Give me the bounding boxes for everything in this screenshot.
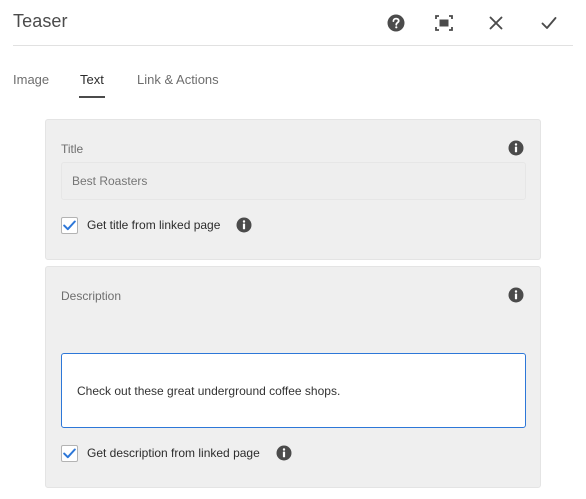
info-icon[interactable] <box>508 287 524 303</box>
close-button[interactable] <box>484 11 508 35</box>
description-from-page-row: Get description from linked page <box>61 444 292 462</box>
checkmark-icon <box>63 220 76 230</box>
title-from-page-row: Get title from linked page <box>61 216 252 234</box>
description-textarea[interactable]: Check out these great underground coffee… <box>61 353 526 428</box>
description-from-page-checkbox[interactable] <box>61 444 78 462</box>
info-icon[interactable] <box>276 445 292 461</box>
description-from-page-label: Get description from linked page <box>87 446 260 460</box>
dialog-header: Teaser <box>0 0 586 46</box>
help-button[interactable] <box>384 11 408 35</box>
info-icon[interactable] <box>508 140 524 156</box>
help-icon <box>387 14 405 32</box>
close-icon <box>489 16 503 30</box>
description-panel: Description Check out these great underg… <box>45 266 541 488</box>
description-label: Description <box>61 289 122 303</box>
fullscreen-button[interactable] <box>432 11 456 35</box>
title-panel: Title Get title from linked page <box>45 119 541 260</box>
tab-link-actions[interactable]: Link & Actions <box>137 72 219 87</box>
title-from-page-checkbox[interactable] <box>61 216 78 234</box>
done-button[interactable] <box>537 11 561 35</box>
fullscreen-icon <box>435 15 453 31</box>
info-icon[interactable] <box>236 217 252 233</box>
title-from-page-label: Get title from linked page <box>87 218 221 232</box>
tab-text[interactable]: Text <box>80 72 104 87</box>
checkmark-icon <box>541 17 557 29</box>
header-divider <box>13 45 573 46</box>
title-label: Title <box>61 142 84 156</box>
dialog-title: Teaser <box>13 11 68 31</box>
title-input[interactable] <box>61 162 526 200</box>
active-tab-indicator <box>79 96 105 98</box>
checkmark-icon <box>63 448 76 458</box>
tab-image[interactable]: Image <box>13 72 49 87</box>
